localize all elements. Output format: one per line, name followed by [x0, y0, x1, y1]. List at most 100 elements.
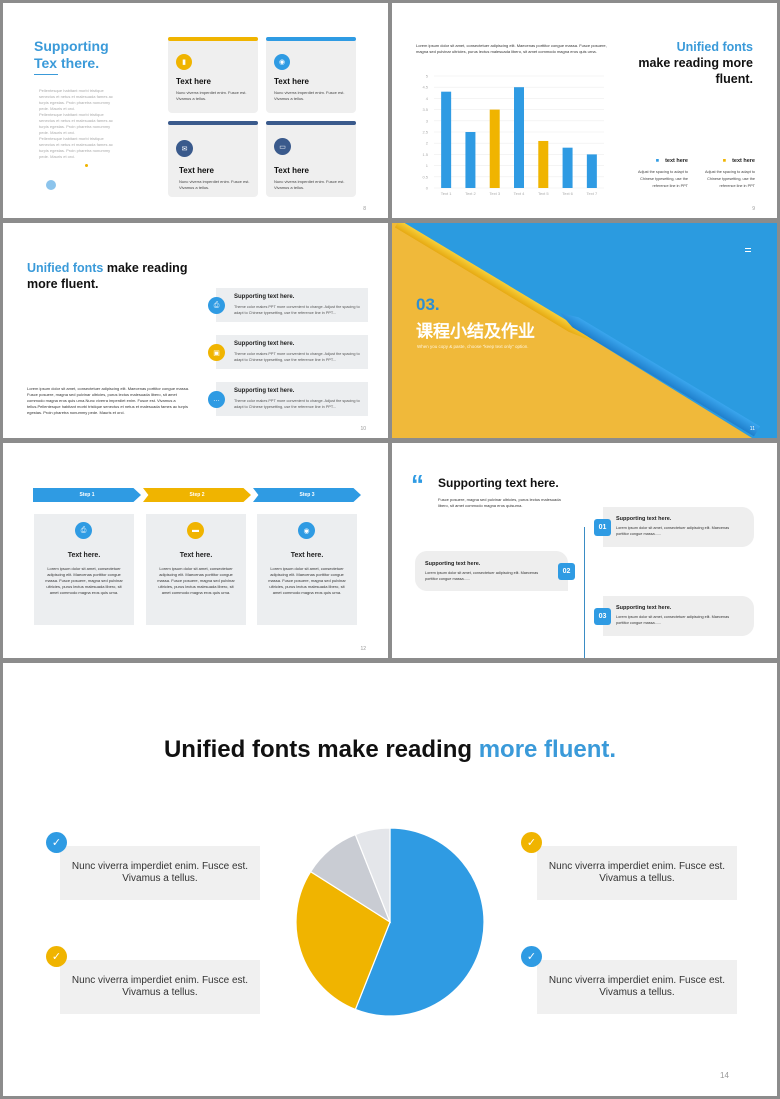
- slide-title: Supporting Tex there.: [34, 38, 109, 72]
- slide-10[interactable]: Unified fonts make reading more fluent. …: [3, 223, 388, 438]
- y-tick-label: 0: [426, 186, 429, 191]
- y-tick-label: 3: [426, 118, 429, 123]
- legend-item: ■ text here Adjust the spacing to adapt t…: [630, 158, 688, 190]
- box-line-1: Nunc viverra imperdiet enim. Fusce est.: [548, 975, 726, 986]
- printer-icon: ⎙: [208, 297, 225, 314]
- title-black: Unified fonts make reading: [163, 736, 479, 763]
- bar-chart: 0 0.5 1 1.5 2 2.5 3 3.5 4 4.5 5 Text 1 Text 2 Text 3 T…: [422, 74, 604, 196]
- legend-item: ■ text here Adjust the spacing to adapt t…: [697, 158, 755, 190]
- slide-9[interactable]: Lorem ipsum dolor sit amet, consectetuer…: [392, 3, 777, 218]
- card-title: Text here: [176, 77, 211, 86]
- item-title: Supporting text here.: [234, 388, 295, 394]
- item-title: Supporting text here.: [616, 605, 672, 611]
- bar: [465, 132, 476, 188]
- bar: [514, 87, 524, 188]
- keyboard-icon: ▬: [187, 522, 204, 539]
- item-title: Supporting text here.: [425, 561, 481, 567]
- timeline-line: [584, 527, 585, 658]
- mail-icon: ✉: [176, 140, 193, 157]
- bar: [562, 147, 573, 188]
- title-blue: Unified fonts: [27, 261, 104, 275]
- box-line-2: Vivamus a tellus.: [122, 873, 198, 884]
- slide-14[interactable]: Unified fonts make reading more fluent. …: [3, 663, 777, 1096]
- item-body: Theme color makes PPT more convenient to…: [234, 352, 360, 362]
- slide-title: Unified fonts make reading more fluent.: [613, 39, 753, 87]
- step-card: ◉ Text here. Lorem ipsum dolor sit amet,…: [257, 514, 357, 625]
- title-line-2: Tex there.: [34, 55, 100, 71]
- slide-11[interactable]: 03. 课程小结及作业 When you copy & paste, choos…: [392, 223, 777, 438]
- card-body: Nunc viverra imperdiet enim. Fusce est. …: [274, 179, 345, 190]
- slide-13[interactable]: “ Supporting text here. Fusce posuere, m…: [392, 443, 777, 658]
- bar: [489, 109, 500, 188]
- item-title: Supporting text here.: [234, 341, 295, 347]
- x-tick-label: Text 7: [587, 191, 598, 196]
- box-line-2: Vivamus a tellus.: [599, 873, 675, 884]
- step-body: Lorem ipsum dolor sit amet, consectetuer…: [268, 566, 346, 595]
- check-icon: ✓: [46, 832, 67, 853]
- legend-swatch: ■: [655, 158, 660, 164]
- browser-icon: ▭: [274, 138, 291, 155]
- intro-text: Lorem ipsum dolor sit amet, consectetuer…: [416, 43, 607, 54]
- box-line-2: Vivamus a tellus.: [122, 987, 198, 998]
- title-black: make reading more fluent.: [638, 56, 753, 86]
- check-icon: ✓: [46, 946, 67, 967]
- card-accent: [168, 37, 258, 41]
- slide-12[interactable]: Step 1 Step 2 Step 3 ⎙ Text here. Lorem …: [3, 443, 388, 658]
- bar: [441, 91, 452, 188]
- section-title: 课程小结及作业: [416, 322, 535, 342]
- chat-icon: …: [208, 391, 225, 408]
- step-title: Text here.: [179, 552, 213, 559]
- decor-circle: [46, 180, 56, 190]
- item-title: Supporting text here.: [616, 516, 672, 522]
- title-line-2: more fluent.: [27, 277, 99, 291]
- step-badge: 01: [594, 519, 611, 536]
- card-title: Text here: [274, 77, 309, 86]
- decor-dot: [85, 164, 88, 167]
- step-title: Text here.: [290, 552, 324, 559]
- x-tick-label: Text 6: [562, 191, 573, 196]
- timeline-item: Supporting text here. Lorem ipsum dolor …: [603, 596, 754, 636]
- page-number: 11: [749, 426, 755, 432]
- box-line-2: Vivamus a tellus.: [599, 987, 675, 998]
- menu-icon[interactable]: [745, 248, 751, 252]
- item-body: Lorem ipsum dolor sit amet, consectetuer…: [425, 571, 539, 581]
- x-tick-label: Text 2: [465, 191, 476, 196]
- legend-swatch: ■: [722, 158, 727, 164]
- page-number: 8: [363, 206, 366, 212]
- title-underline: [34, 74, 58, 75]
- step-card: ▬ Text here. Lorem ipsum dolor sit amet,…: [146, 514, 246, 625]
- text-box: Nunc viverra imperdiet enim. Fusce est. V…: [537, 960, 737, 1014]
- bar: [586, 154, 597, 188]
- box-line-1: Nunc viverra imperdiet enim. Fusce est.: [71, 975, 249, 986]
- card-accent: [168, 121, 258, 125]
- page-number: 12: [360, 646, 366, 652]
- info-item: ▣ Supporting text here. Theme color make…: [208, 335, 368, 369]
- bullet-item: Pellentesque habitant morbi tristique se…: [39, 112, 113, 135]
- card-title: Text here: [274, 166, 309, 175]
- item-body: Theme color makes PPT more convenient to…: [234, 399, 360, 409]
- target-icon: ◉: [298, 522, 315, 539]
- slide-8[interactable]: Supporting Tex there. Pellentesque habit…: [3, 3, 388, 218]
- step-1-arrow: Step 1: [33, 488, 141, 502]
- slide-subtitle: Fusce posuere, magna sed pulvinar ultric…: [438, 497, 561, 508]
- page-number: 10: [360, 426, 366, 432]
- y-tick-label: 1.5: [422, 152, 428, 157]
- text-box: Nunc viverra imperdiet enim. Fusce est. V…: [60, 846, 260, 900]
- step-3-arrow: Step 3: [253, 488, 361, 502]
- text-box: Nunc viverra imperdiet enim. Fusce est. V…: [537, 846, 737, 900]
- legend-desc: Adjust the spacing to adapt to Chinese t…: [704, 170, 755, 188]
- feature-card: ◉ Text here Nunc viverra imperdiet enim.…: [266, 37, 356, 113]
- feature-card: ✉ Text here Nunc viverra imperdiet enim.…: [168, 121, 258, 197]
- legend-label: text here: [732, 158, 755, 164]
- item-body: Lorem ipsum dolor sit amet, consectetuer…: [616, 615, 730, 625]
- y-tick-label: 2.5: [422, 130, 428, 135]
- title-black: make reading: [103, 261, 188, 275]
- clipboard-icon: ▮: [176, 54, 192, 70]
- card-accent: [266, 37, 356, 41]
- legend-label: text here: [665, 158, 688, 164]
- slide-title: Supporting text here.: [438, 476, 559, 490]
- card-accent: [266, 121, 356, 125]
- feature-card: ▮ Text here Nunc viverra imperdiet enim.…: [168, 37, 258, 113]
- card-body: Nunc viverra imperdiet enim. Fusce est. …: [176, 90, 247, 101]
- body-text: Lorem ipsum dolor sit amet, consectetuer…: [27, 386, 190, 415]
